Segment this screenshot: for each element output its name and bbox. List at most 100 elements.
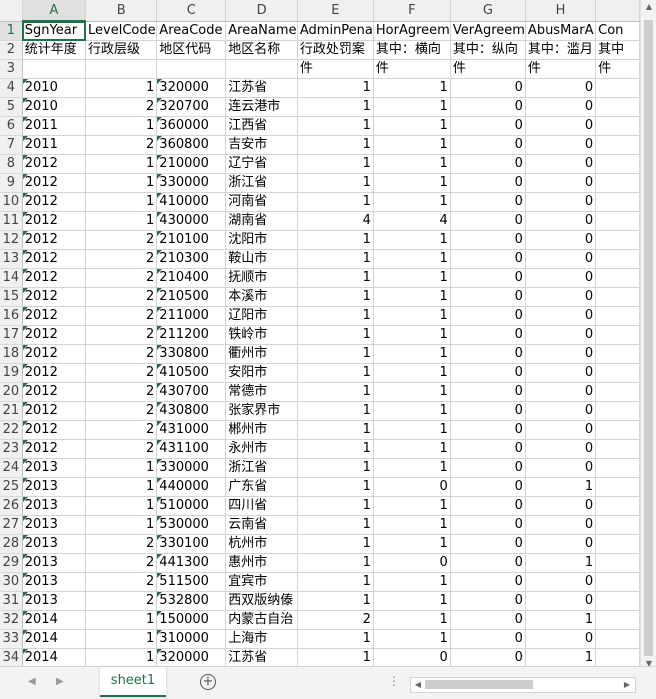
cell[interactable] — [595, 173, 640, 193]
cell[interactable]: 2012 — [22, 420, 87, 440]
cell[interactable] — [595, 496, 640, 516]
cell[interactable]: 1 — [373, 515, 451, 535]
more-options-icon[interactable]: ⋮ — [388, 674, 400, 688]
cell[interactable]: 上海市 — [225, 629, 298, 649]
cell[interactable]: 2 — [85, 553, 158, 573]
row-header-17[interactable]: 17 — [0, 325, 23, 345]
row-header-30[interactable]: 30 — [0, 572, 23, 592]
cell[interactable] — [595, 211, 640, 231]
cell[interactable] — [595, 439, 640, 459]
cell[interactable]: 0 — [373, 477, 451, 497]
cell[interactable]: 0 — [525, 534, 597, 554]
cell[interactable]: 2 — [85, 249, 158, 269]
cell[interactable]: 1 — [297, 287, 374, 307]
cell[interactable] — [595, 154, 640, 174]
cell[interactable]: 1 — [373, 116, 451, 136]
cell[interactable]: 0 — [525, 192, 597, 212]
cell[interactable] — [595, 268, 640, 288]
cell[interactable]: 2014 — [22, 610, 87, 630]
cell[interactable]: 1 — [373, 629, 451, 649]
row-header-8[interactable]: 8 — [0, 154, 23, 174]
cell[interactable]: 1 — [85, 610, 158, 630]
cell[interactable]: 0 — [450, 496, 526, 516]
column-header-g[interactable]: G — [450, 0, 526, 22]
cell[interactable] — [595, 192, 640, 212]
cell[interactable]: HorAgreem — [373, 21, 451, 41]
row-header-12[interactable]: 12 — [0, 230, 23, 250]
cell[interactable]: 0 — [525, 306, 597, 326]
cell[interactable]: 320000 — [156, 78, 227, 98]
cell[interactable]: 2012 — [22, 363, 87, 383]
cell[interactable]: 511500 — [156, 572, 227, 592]
cell[interactable]: 210500 — [156, 287, 227, 307]
cell[interactable]: SgnYear — [22, 21, 87, 41]
cell[interactable]: 210000 — [156, 154, 227, 174]
cell[interactable]: 0 — [525, 268, 597, 288]
cell[interactable]: 330000 — [156, 458, 227, 478]
cell[interactable]: 330800 — [156, 344, 227, 364]
cell[interactable]: 410000 — [156, 192, 227, 212]
cell[interactable]: 1 — [525, 553, 597, 573]
cell[interactable]: 1 — [297, 420, 374, 440]
cell[interactable]: 330000 — [156, 173, 227, 193]
cell[interactable]: 440000 — [156, 477, 227, 497]
cell[interactable] — [595, 610, 640, 630]
cell[interactable]: 0 — [525, 344, 597, 364]
row-header-9[interactable]: 9 — [0, 173, 23, 193]
cell[interactable]: 江苏省 — [225, 648, 298, 666]
row-header-15[interactable]: 15 — [0, 287, 23, 307]
cell[interactable]: 杭州市 — [225, 534, 298, 554]
cell[interactable]: 抚顺市 — [225, 268, 298, 288]
cell[interactable]: 4 — [297, 211, 374, 231]
cell[interactable]: 0 — [525, 211, 597, 231]
cell[interactable]: 0 — [525, 154, 597, 174]
cell[interactable]: 1 — [373, 363, 451, 383]
cell[interactable]: 2012 — [22, 382, 87, 402]
prev-sheet-icon[interactable]: ◀ — [28, 676, 36, 687]
cell[interactable]: 0 — [450, 610, 526, 630]
cell[interactable]: 1 — [373, 496, 451, 516]
cell[interactable]: 210400 — [156, 268, 227, 288]
cell[interactable]: 0 — [450, 344, 526, 364]
cell[interactable] — [595, 401, 640, 421]
cell[interactable]: 2 — [85, 382, 158, 402]
cell[interactable]: 0 — [450, 249, 526, 269]
cell[interactable]: 0 — [450, 154, 526, 174]
cell[interactable]: 张家界市 — [225, 401, 298, 421]
cell[interactable]: 1 — [297, 572, 374, 592]
cell[interactable]: 1 — [297, 534, 374, 554]
cell[interactable]: 2013 — [22, 477, 87, 497]
cell[interactable]: 0 — [450, 648, 526, 666]
cell[interactable]: 2012 — [22, 154, 87, 174]
cell[interactable]: 2013 — [22, 591, 87, 611]
cell[interactable]: 0 — [525, 572, 597, 592]
cell[interactable]: 0 — [525, 591, 597, 611]
cell[interactable]: LevelCode — [85, 21, 158, 41]
scroll-right-arrow-icon[interactable]: ▶ — [620, 678, 634, 692]
cell[interactable]: 2 — [297, 610, 374, 630]
cell[interactable]: 鞍山市 — [225, 249, 298, 269]
cell[interactable]: 件 — [373, 59, 451, 79]
cell[interactable]: 0 — [525, 116, 597, 136]
cell[interactable]: 0 — [525, 325, 597, 345]
row-header-11[interactable]: 11 — [0, 211, 23, 231]
column-header-c[interactable]: C — [156, 0, 227, 22]
cell[interactable]: 320000 — [156, 648, 227, 666]
sheet-table[interactable]: ABCDEFGH 1 SgnYear LevelCode AreaCode AreaNa… — [0, 0, 640, 666]
cell[interactable]: 2 — [85, 572, 158, 592]
row-header-4[interactable]: 4 — [0, 78, 23, 98]
cell[interactable]: 1 — [85, 515, 158, 535]
cell[interactable]: 0 — [525, 230, 597, 250]
scroll-left-arrow-icon[interactable]: ◀ — [411, 678, 425, 692]
column-header-i[interactable] — [595, 0, 640, 22]
cell[interactable]: 1 — [525, 648, 597, 666]
cell[interactable]: 2 — [85, 363, 158, 383]
cell[interactable] — [595, 287, 640, 307]
row-header-33[interactable]: 33 — [0, 629, 23, 649]
cell[interactable] — [22, 59, 87, 79]
cell[interactable]: 1 — [297, 116, 374, 136]
cell[interactable]: AdminPena — [297, 21, 374, 41]
cell[interactable]: 浙江省 — [225, 458, 298, 478]
cell[interactable]: 1 — [297, 154, 374, 174]
cell[interactable]: 铁岭市 — [225, 325, 298, 345]
